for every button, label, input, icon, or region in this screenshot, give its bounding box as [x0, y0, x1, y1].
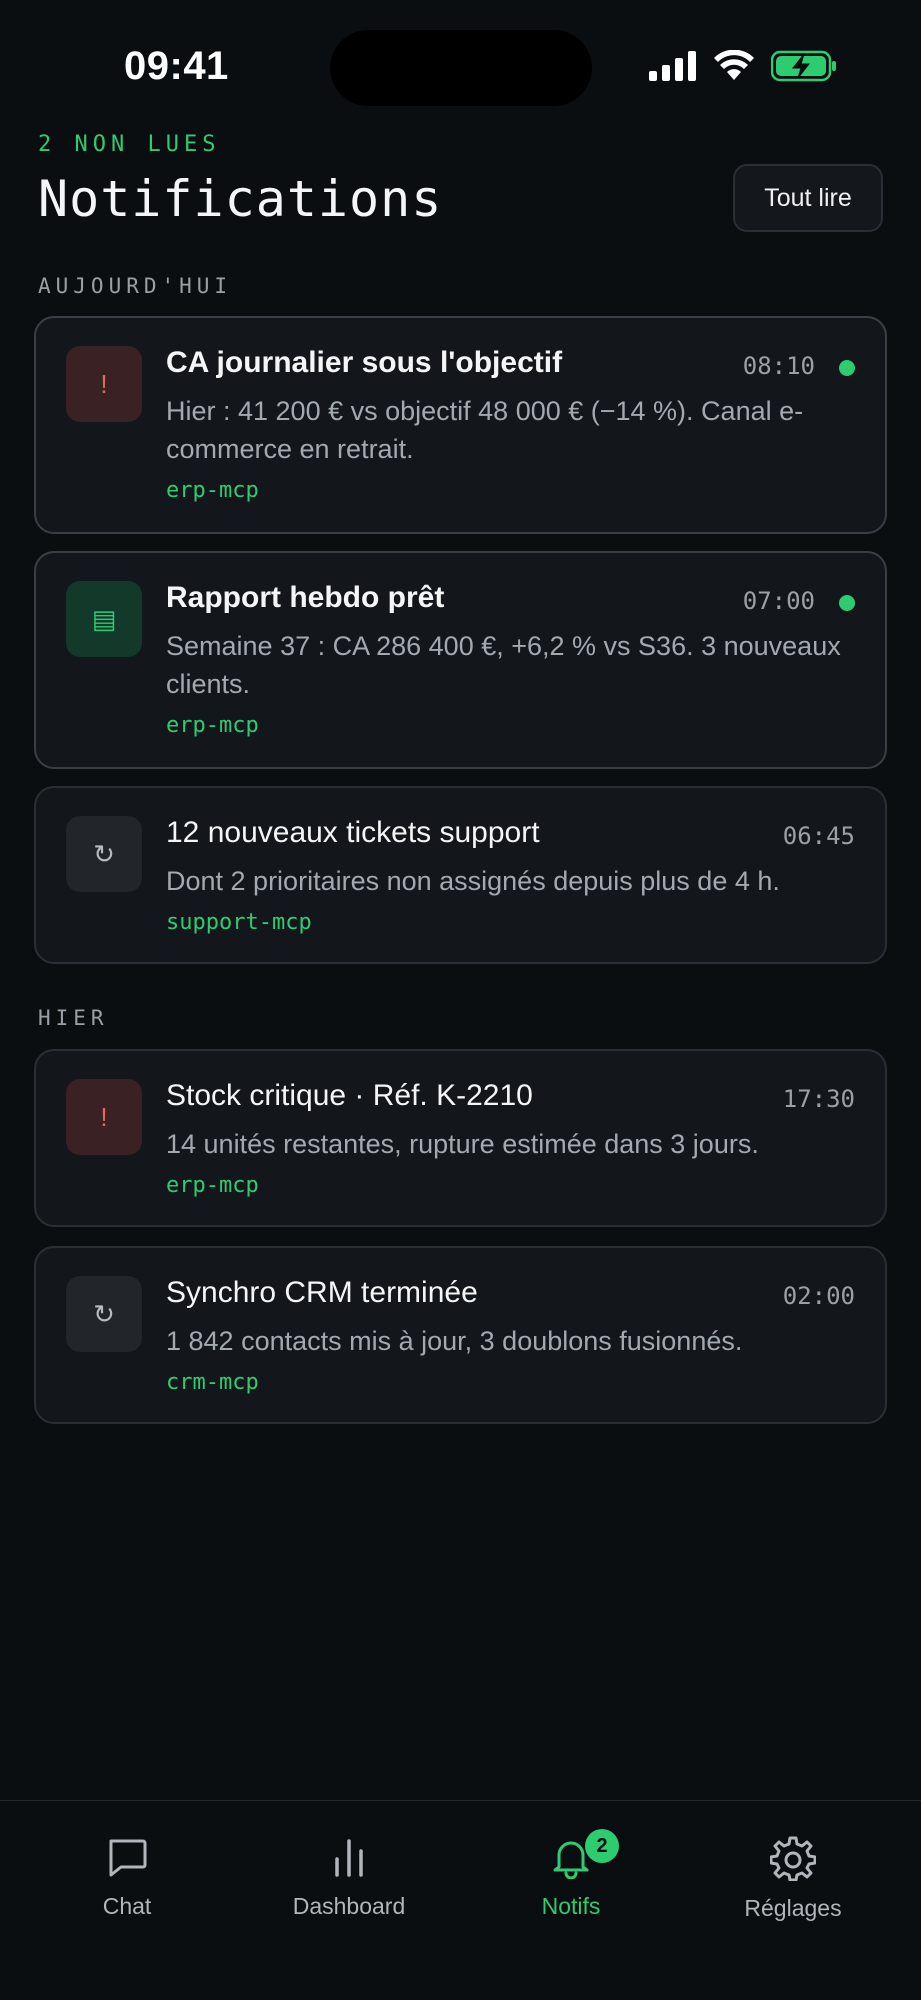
notification-time: 08:10: [742, 352, 815, 380]
unread-dot: [839, 595, 855, 611]
chat-icon: [109, 1839, 147, 1877]
tab-chat[interactable]: Chat: [27, 1835, 227, 1920]
notification-body: Semaine 37 : CA 286 400 €, +6,2 % vs S36…: [166, 631, 841, 699]
notification-body: 14 unités restantes, rupture estimée dan…: [166, 1129, 759, 1159]
gear-icon: [770, 1836, 816, 1881]
notification-source: crm-mcp: [166, 1370, 259, 1395]
notification-body: 1 842 contacts mis à jour, 3 doublons fu…: [166, 1326, 743, 1356]
section-label-today: AUJOURD'HUI: [38, 274, 233, 298]
notification-time: 02:00: [782, 1282, 855, 1310]
wifi-icon: [714, 50, 754, 80]
notification-source: erp-mcp: [166, 478, 259, 503]
tab-dashboard[interactable]: Dashboard: [249, 1835, 449, 1920]
dynamic-island: [330, 30, 592, 106]
tab-label: Chat: [102, 1893, 152, 1919]
notification-source: erp-mcp: [166, 1173, 259, 1198]
status-bar: 09:41: [0, 0, 921, 120]
notification-source: support-mcp: [166, 910, 312, 935]
chart-icon: [335, 1839, 363, 1877]
notification-title: Synchro CRM terminée: [166, 1276, 478, 1309]
mark-all-read-button[interactable]: Tout lire: [733, 164, 883, 232]
notification-card[interactable]: ↻ Synchro CRM terminée 02:00 1 842 conta…: [34, 1246, 887, 1424]
notification-time: 06:45: [782, 822, 855, 850]
tab-label: Dashboard: [292, 1893, 406, 1919]
notification-card[interactable]: ! Stock critique · Réf. K-2210 17:30 14 …: [34, 1049, 887, 1227]
unread-dot: [839, 360, 855, 376]
status-icons: [649, 50, 837, 82]
notification-card[interactable]: ↻ 12 nouveaux tickets support 06:45 Dont…: [34, 786, 887, 964]
report-icon: ▤: [66, 581, 142, 657]
notification-title: 12 nouveaux tickets support: [166, 816, 540, 849]
notification-title: Stock critique · Réf. K-2210: [166, 1079, 533, 1112]
page-title: Notifications: [38, 170, 443, 228]
notification-badge: 2: [585, 1829, 619, 1863]
sync-icon: ↻: [66, 1276, 142, 1352]
notification-source: erp-mcp: [166, 713, 259, 738]
tab-label: Réglages: [744, 1895, 842, 1921]
section-label-yesterday: HIER: [38, 1006, 109, 1030]
notification-title: CA journalier sous l'objectif: [166, 346, 563, 379]
alert-icon: !: [66, 346, 142, 422]
tab-settings[interactable]: Réglages: [693, 1835, 893, 1922]
notification-body: Dont 2 prioritaires non assignés depuis …: [166, 866, 780, 896]
notification-title: Rapport hebdo prêt: [166, 581, 445, 614]
notification-time: 07:00: [742, 587, 815, 615]
sync-icon: ↻: [66, 816, 142, 892]
tab-notifs[interactable]: 2 Notifs: [471, 1829, 671, 1920]
tab-label: Notifs: [541, 1893, 601, 1919]
signal-icon: [649, 51, 696, 81]
tab-bar: Chat Dashboard 2 Notifs Réglages: [0, 1800, 921, 2000]
notification-card[interactable]: ! CA journalier sous l'objectif 08:10 Hi…: [34, 316, 887, 534]
notification-body: Hier : 41 200 € vs objectif 48 000 € (−1…: [166, 396, 804, 464]
notification-card[interactable]: ▤ Rapport hebdo prêt 07:00 Semaine 37 : …: [34, 551, 887, 769]
battery-icon: [771, 50, 836, 82]
unread-count-label: 2 NON LUES: [38, 132, 221, 157]
status-time: 09:41: [124, 44, 229, 88]
notification-time: 17:30: [782, 1085, 855, 1113]
alert-icon: !: [66, 1079, 142, 1155]
